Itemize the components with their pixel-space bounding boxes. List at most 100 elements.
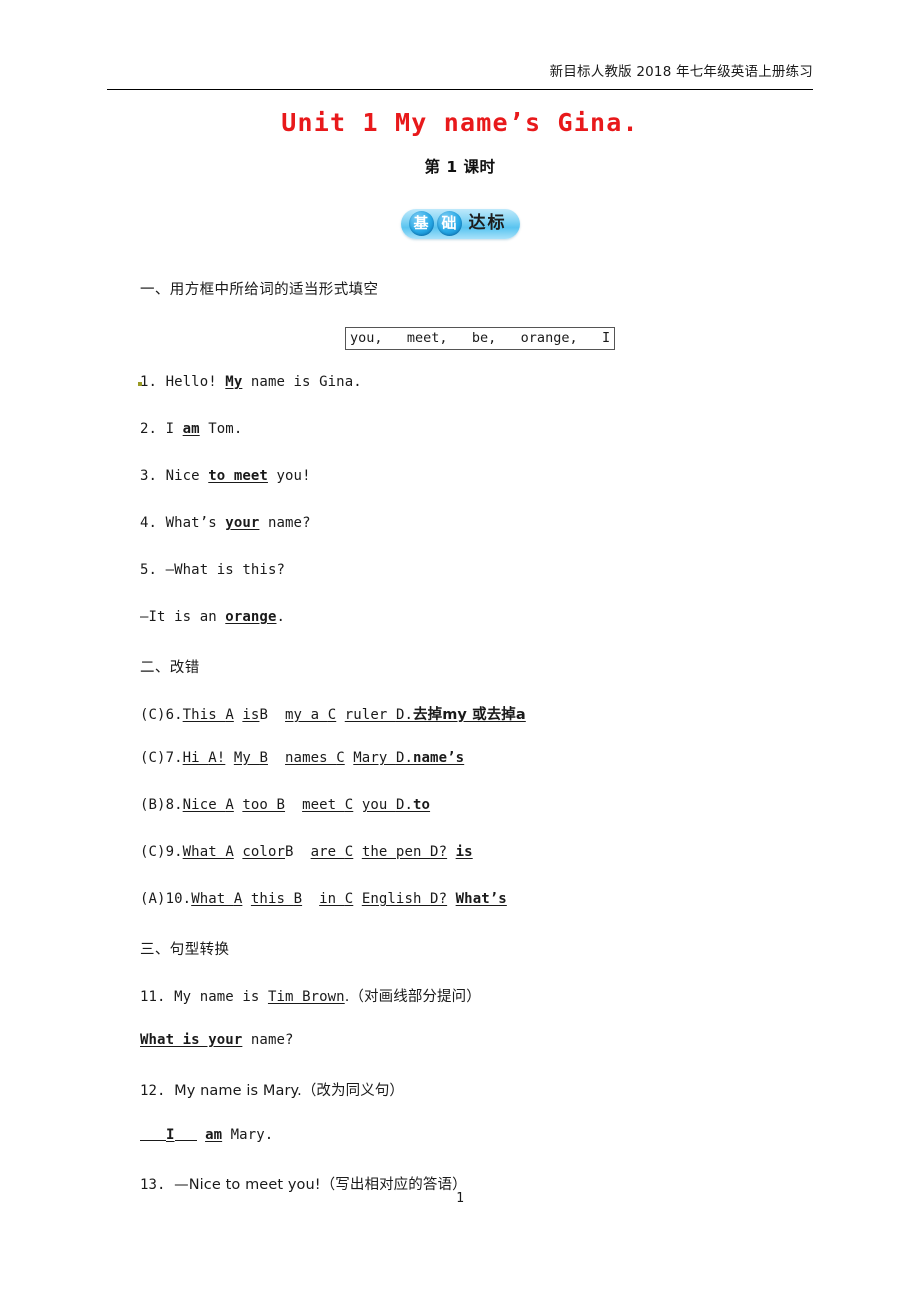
list-item: (A)10.What A this B in C English D? What… <box>140 891 507 907</box>
item-seg-4: English <box>361 891 431 907</box>
item-text: My name is Mary.（改为同义句） <box>174 1083 405 1099</box>
list-item: 12. My name is Mary.（改为同义句） <box>140 1079 404 1100</box>
item-label-3: C <box>344 797 354 813</box>
item-pre-text: I <box>165 421 183 437</box>
list-item: 4. What’s your name? <box>140 515 311 531</box>
badge-label: 达标 <box>468 213 507 233</box>
item-label-1: A <box>225 707 234 723</box>
running-header-text: 新目标人教版 2018 年七年级英语上册练习 <box>549 64 813 80</box>
item-label-2: B <box>259 750 268 766</box>
list-item: (B)8.Nice A too B meet C you D.to <box>140 797 430 813</box>
item-number: 4. <box>140 515 158 531</box>
item-label-2: B <box>285 844 294 860</box>
item-seg-1: What <box>191 891 234 907</box>
item-seg-2: too <box>242 797 277 813</box>
answer-blank-left <box>140 1126 166 1141</box>
item-choice: (C) <box>140 844 166 860</box>
item-choice: (B) <box>140 797 166 813</box>
item-number: 8. <box>165 797 183 813</box>
item-post-text: name? <box>242 1032 294 1048</box>
list-item-answer: What is your name? <box>140 1032 294 1048</box>
section-heading-three: 三、句型转换 <box>140 942 230 958</box>
item-seg-3: in <box>319 891 345 907</box>
item-seg-2: color <box>242 844 286 860</box>
item-label-2: B <box>259 707 268 723</box>
item-seg-1: What <box>182 844 226 860</box>
item-label-3: C <box>327 707 337 723</box>
item-seg-4: ruler <box>344 707 396 723</box>
item-label-4: D. <box>395 797 413 813</box>
item-label-1: A! <box>208 750 226 766</box>
item-number: 3. <box>140 468 158 484</box>
item-choice: (C) <box>140 707 166 723</box>
item-label-3: C <box>344 844 354 860</box>
item-number: 2. <box>140 421 158 437</box>
section-heading-one: 一、用方框中所给词的适当形式填空 <box>140 282 379 298</box>
item-seg-3: are <box>310 844 345 860</box>
item-label-2: B <box>276 797 286 813</box>
item-label-4: D. <box>395 707 413 723</box>
item-seg-3: names <box>285 750 337 766</box>
item-pre-text: —What is this? <box>165 562 285 578</box>
list-item: (C)6.This A isB my a C ruler D.去掉my 或去掉a <box>140 703 526 724</box>
item-number: 12. <box>140 1083 166 1099</box>
page-title: Unit 1 My name’s Gina. <box>281 108 639 137</box>
item-answer: am <box>182 421 200 437</box>
item-answer: is <box>455 844 473 860</box>
page-number: 1 <box>456 1191 464 1206</box>
item-choice: (C) <box>140 750 166 766</box>
item-seg-3: meet <box>302 797 345 813</box>
list-item: (C)9.What A colorB are C the pen D? is <box>140 844 473 860</box>
item-label-1: A <box>225 844 234 860</box>
document-page: 新目标人教版 2018 年七年级英语上册练习 Unit 1 My name’s … <box>0 0 920 1302</box>
section-heading-two: 二、改错 <box>140 660 200 676</box>
item-seg-2: My <box>233 750 260 766</box>
item-label-3: C <box>336 750 345 766</box>
list-item-answer: —It is an orange. <box>140 609 285 625</box>
section-badge-row: 基 础 达标 <box>0 209 920 239</box>
list-item: 11. My name is Tim Brown.（对画线部分提问） <box>140 985 481 1006</box>
item-pre-text: Nice <box>165 468 209 484</box>
item-number: 7. <box>165 750 183 766</box>
item-number: 1. <box>140 374 158 390</box>
item-answer: 去掉my 或去掉a <box>413 707 526 723</box>
item-label-2: B <box>293 891 303 907</box>
item-answer: to <box>413 797 431 813</box>
item-seg-3: my a <box>285 707 328 723</box>
item-seg-1: This <box>182 707 226 723</box>
lesson-subtitle: 第 1 课时 <box>424 158 496 176</box>
item-post-text: name is Gina. <box>242 374 362 390</box>
item-choice: (A) <box>140 891 166 907</box>
item-post-text: .（对画线部分提问） <box>344 989 481 1005</box>
item-answer: orange <box>225 609 277 625</box>
item-post-text: Tom. <box>199 421 243 437</box>
item-seg-4: the pen <box>361 844 431 860</box>
answer-blank-right <box>174 1126 197 1141</box>
item-post-text: Mary. <box>222 1127 274 1143</box>
item-answer: name’s <box>413 750 465 766</box>
badge-char-1: 基 <box>408 211 434 236</box>
item-label-1: A <box>225 797 234 813</box>
item-seg-2: this <box>250 891 294 907</box>
item-pre-text: What’s <box>165 515 226 531</box>
item-seg-4: you <box>361 797 396 813</box>
item-number: 6. <box>165 707 183 723</box>
list-item: (C)7.Hi A! My B names C Mary D.name’s <box>140 750 464 766</box>
item-pre-text: Hello! <box>165 374 226 390</box>
item-answer: I <box>166 1127 175 1143</box>
item-seg-2: is <box>242 707 260 723</box>
item-seg-1: Hi <box>182 750 209 766</box>
badge-char-2: 础 <box>436 211 462 236</box>
running-header: 新目标人教版 2018 年七年级英语上册练习 <box>107 62 813 90</box>
item-pre-text: My name is <box>174 989 268 1005</box>
item-label-3: C <box>344 891 354 907</box>
item-post-text: name? <box>259 515 311 531</box>
list-item: 3. Nice to meet you! <box>140 468 311 484</box>
item-post-text: . <box>276 609 286 625</box>
item-seg-4: Mary <box>353 750 396 766</box>
list-item-answer: I am Mary. <box>140 1126 273 1143</box>
item-answer: to meet <box>208 468 268 484</box>
list-item: 5. —What is this? <box>140 562 285 578</box>
item-underlined-phrase: Tim Brown <box>267 989 345 1005</box>
item-answer-2: am <box>205 1127 223 1143</box>
